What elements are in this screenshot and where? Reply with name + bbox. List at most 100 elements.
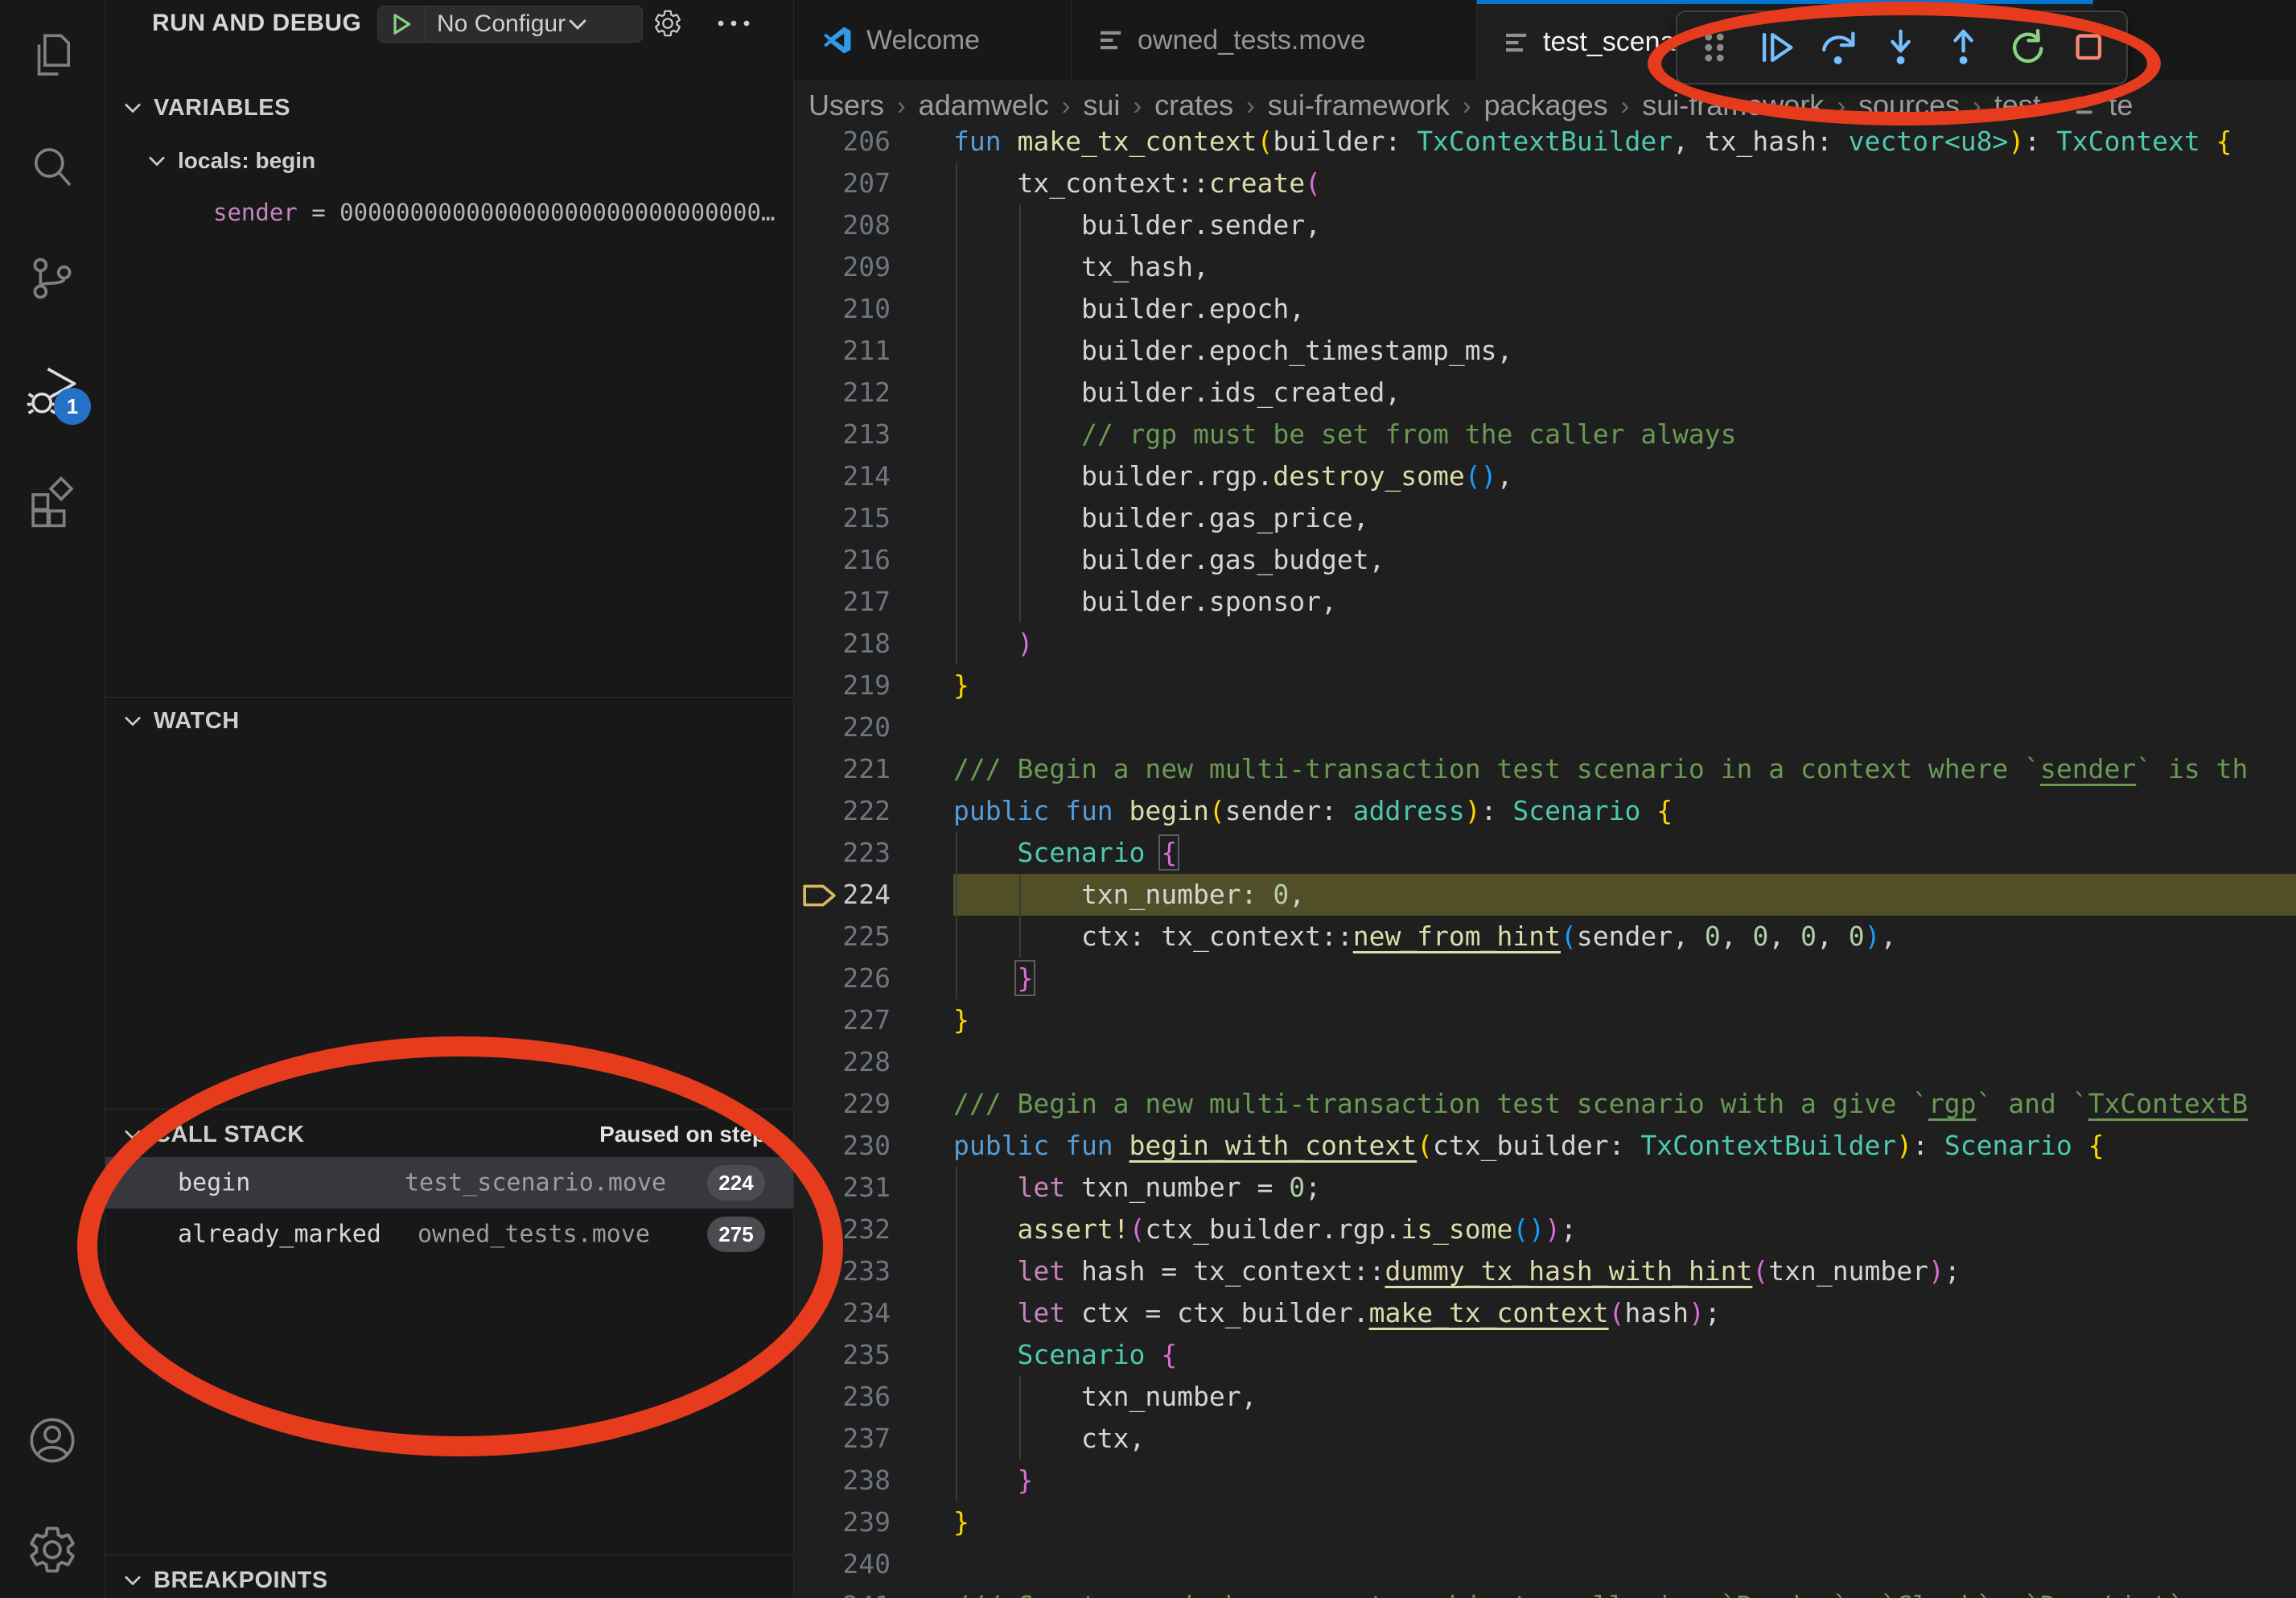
code-line: 212 builder.ids_created, [794,372,2296,414]
stop-button[interactable] [2064,22,2115,73]
line-number[interactable]: 220 [794,706,953,748]
line-number[interactable]: 216 [794,539,953,581]
call-stack-label: CALL STACK [154,1122,305,1148]
code-line: 241/// Creates and shares system objects… [794,1585,2296,1598]
variables-section-header[interactable]: VARIABLES [105,89,793,127]
line-number[interactable]: 218 [794,623,953,665]
more-actions-icon[interactable] [715,18,752,29]
code-line: 210 builder.epoch, [794,288,2296,330]
variables-scope-row[interactable]: locals: begin [105,142,793,180]
breadcrumb-item[interactable]: crates [1154,89,1233,122]
line-number[interactable]: 229 [794,1083,953,1125]
search-icon[interactable] [23,138,81,196]
debug-settings-gear-icon[interactable] [652,8,683,39]
code-line-content: builder.rgp.destroy_some(), [953,455,2296,497]
line-number[interactable]: 239 [794,1501,953,1543]
line-number[interactable]: 214 [794,455,953,497]
line-number[interactable]: 217 [794,581,953,623]
call-stack-frame[interactable]: begin test_scenario.move 224 [105,1157,793,1209]
code-line-content: builder.sender, [953,204,2296,246]
code-line: 213 // rgp must be set from the caller a… [794,414,2296,455]
code-line: 221/// Begin a new multi-transaction tes… [794,748,2296,790]
code-line: 231 let txn_number = 0; [794,1167,2296,1209]
code-line-content [953,706,2296,748]
line-number[interactable]: 213 [794,414,953,455]
debug-config-dropdown[interactable]: No Configur [377,6,643,43]
code-line-content: } [953,999,2296,1041]
tab-owned-tests[interactable]: owned_tests.move [1072,0,1477,80]
code-line: 226 } [794,958,2296,999]
breadcrumb-item[interactable]: test [1994,89,2041,122]
step-into-button[interactable] [1876,22,1928,73]
line-number[interactable]: 208 [794,204,953,246]
code-line-content: public fun begin_with_context(ctx_builde… [953,1125,2296,1167]
run-and-debug-icon[interactable]: 1 [23,362,81,420]
current-frame-arrow-icon [802,880,837,911]
line-number[interactable]: 234 [794,1292,953,1334]
line-number[interactable]: 235 [794,1334,953,1376]
frame-name: already_marked [178,1221,381,1249]
chevron-down-icon [567,17,588,31]
breadcrumb-item[interactable]: packages [1484,89,1608,122]
continue-button[interactable] [1751,22,1803,73]
call-stack-section-header[interactable]: CALL STACK Paused on step [105,1115,793,1154]
tab-welcome[interactable]: Welcome [794,0,1072,80]
call-stack-frame[interactable]: already_marked owned_tests.move 275 [105,1209,793,1260]
breadcrumb-separator: › [1062,91,1071,121]
settings-gear-icon[interactable] [23,1521,81,1579]
code-line-content: let hash = tx_context::dummy_tx_hash_wit… [953,1250,2296,1292]
line-number[interactable]: 227 [794,999,953,1041]
extensions-icon[interactable] [23,473,81,531]
line-number[interactable]: 223 [794,832,953,874]
variable-row[interactable]: sender = 000000000000000000000000000000… [105,193,793,232]
tab-label: owned_tests.move [1138,25,1366,56]
chevron-down-icon [123,1128,142,1141]
breadcrumb-item[interactable]: adamwelc [919,89,1049,122]
line-number[interactable]: 207 [794,163,953,204]
line-number[interactable]: 226 [794,958,953,999]
line-number[interactable]: 215 [794,497,953,539]
code-line: 214 builder.rgp.destroy_some(), [794,455,2296,497]
breadcrumb-item[interactable]: te [2109,89,2133,122]
line-number[interactable]: 212 [794,372,953,414]
breadcrumb-separator: › [1621,91,1630,121]
line-number[interactable]: 232 [794,1209,953,1250]
breadcrumb-item[interactable]: sui-framework [1268,89,1450,122]
line-number[interactable]: 221 [794,748,953,790]
code-editor[interactable]: 206fun make_tx_context(builder: TxContex… [794,121,2296,1598]
account-icon[interactable] [23,1411,81,1469]
line-number[interactable]: 219 [794,665,953,706]
line-number[interactable]: 210 [794,288,953,330]
line-number[interactable]: 240 [794,1543,953,1585]
source-control-icon[interactable] [23,249,81,307]
line-number[interactable]: 237 [794,1418,953,1460]
watch-section-header[interactable]: WATCH [105,702,793,740]
step-over-button[interactable] [1813,22,1865,73]
move-file-icon [2075,95,2099,116]
code-line: 237 ctx, [794,1418,2296,1460]
debug-toolbar [1676,10,2128,84]
breadcrumb-item[interactable]: sui [1083,89,1120,122]
breadcrumb-item[interactable]: Users [809,89,884,122]
breadcrumb-item[interactable]: sources [1858,89,1960,122]
line-number[interactable]: 222 [794,790,953,832]
explorer-icon[interactable] [23,27,81,85]
step-out-button[interactable] [1939,22,1990,73]
breadcrumb-item[interactable]: sui-framework [1642,89,1824,122]
code-line: 240 [794,1543,2296,1585]
restart-button[interactable] [2002,22,2053,73]
line-number[interactable]: 241 [794,1585,953,1598]
line-number[interactable]: 230 [794,1125,953,1167]
start-debug-button[interactable] [378,6,426,42]
line-number[interactable]: 211 [794,330,953,372]
line-number[interactable]: 233 [794,1250,953,1292]
breakpoints-section-header[interactable]: BREAKPOINTS [105,1561,793,1598]
line-number[interactable]: 228 [794,1041,953,1083]
line-number[interactable]: 225 [794,916,953,958]
line-number[interactable]: 238 [794,1460,953,1501]
code-line-content: public fun begin(sender: address): Scena… [953,790,2296,832]
line-number[interactable]: 209 [794,246,953,288]
line-number[interactable]: 231 [794,1167,953,1209]
line-number[interactable]: 236 [794,1376,953,1418]
config-label: No Configur [437,10,566,38]
